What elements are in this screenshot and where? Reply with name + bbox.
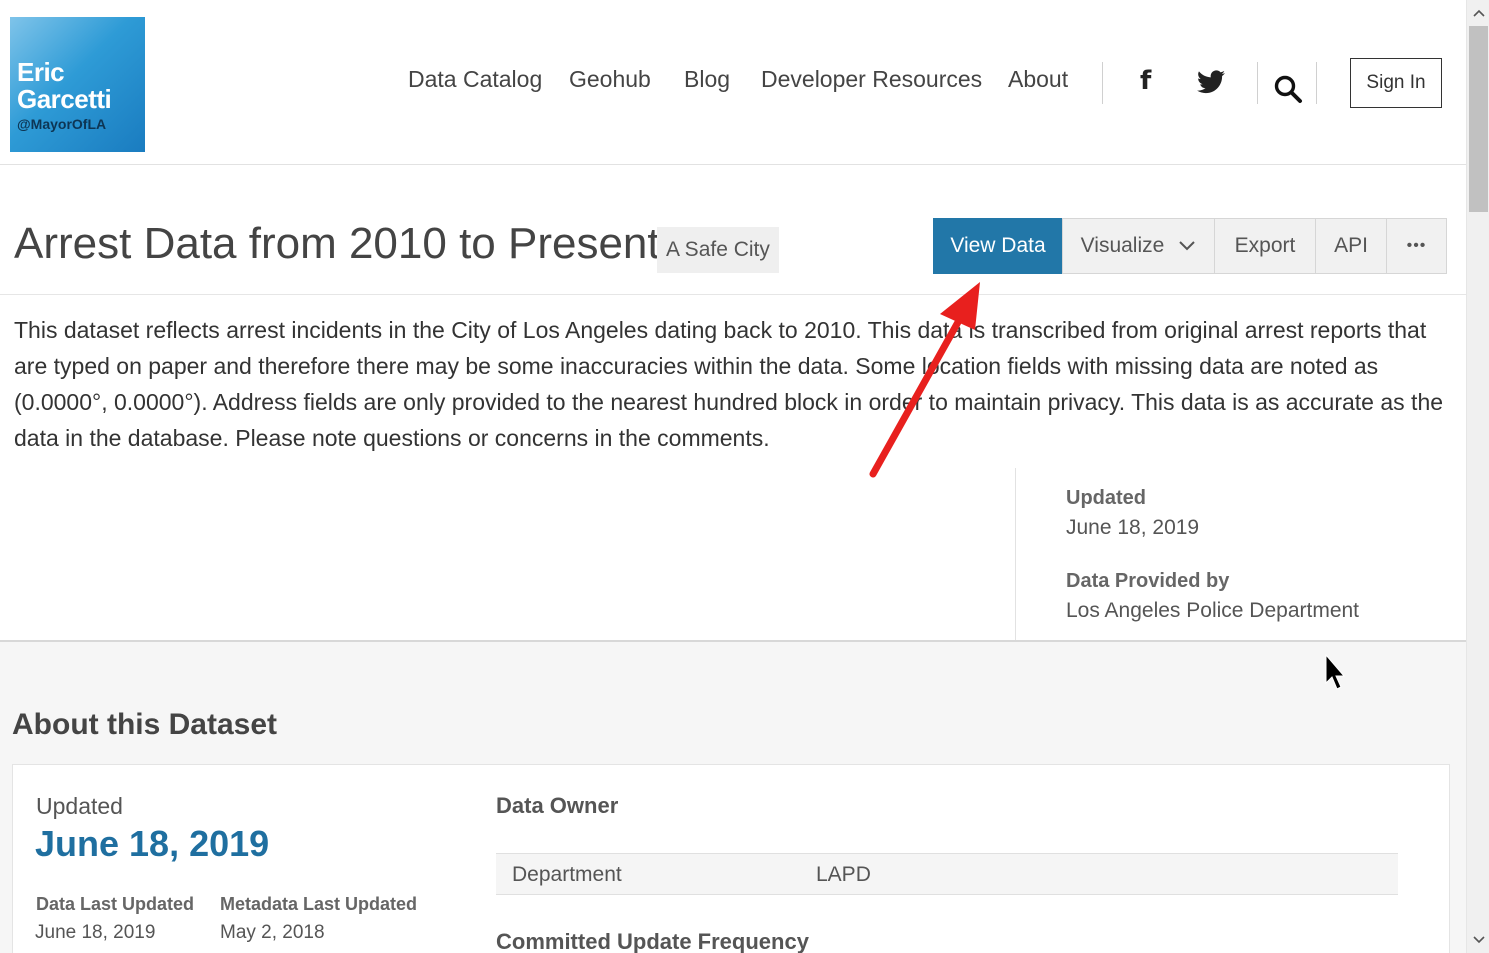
export-button[interactable]: Export — [1214, 218, 1316, 274]
provided-by-value: Los Angeles Police Department — [1066, 599, 1360, 622]
dataset-description: This dataset reflects arrest incidents i… — [14, 317, 1444, 451]
category-tag[interactable]: A Safe City — [657, 227, 779, 273]
updated-label: Updated — [1066, 487, 1146, 509]
scroll-down-icon[interactable] — [1467, 929, 1489, 951]
dataset-meta-summary: Updated June 18, 2019 Data Provided by L… — [1015, 468, 1466, 640]
metadata-last-updated-label: Metadata Last Updated — [220, 894, 418, 914]
about-card: Updated June 18, 2019 Data Last Updated … — [12, 764, 1450, 953]
metadata-last-updated-value: May 2, 2018 — [220, 922, 325, 943]
update-frequency-heading: Committed Update Frequency — [496, 929, 809, 953]
scrollbar-thumb[interactable] — [1469, 26, 1488, 212]
logo-line-1: Eric — [17, 57, 65, 87]
data-last-updated-value: June 18, 2019 — [35, 922, 156, 943]
nav-divider — [1257, 62, 1258, 104]
data-owner-heading: Data Owner — [496, 793, 619, 818]
provided-by-label: Data Provided by — [1066, 570, 1230, 592]
site-header: Eric Garcetti @MayorOfLA Data Catalog Ge… — [0, 0, 1466, 165]
search-icon[interactable] — [1273, 74, 1303, 104]
owner-row: Department LAPD — [496, 853, 1398, 895]
visualize-label: Visualize — [1080, 234, 1165, 257]
more-actions-button[interactable]: ••• — [1386, 218, 1447, 274]
about-updated-label: Updated — [36, 793, 123, 819]
nav-divider — [1316, 62, 1317, 104]
nav-developer-resources[interactable]: Developer Resources — [761, 66, 982, 93]
logo-line-2: Garcetti — [17, 84, 112, 114]
nav-divider — [1102, 62, 1103, 104]
api-button[interactable]: API — [1315, 218, 1387, 274]
twitter-icon[interactable] — [1197, 70, 1225, 94]
chevron-down-icon — [1179, 241, 1196, 251]
about-title: About this Dataset — [12, 708, 278, 741]
nav-data-catalog[interactable]: Data Catalog — [408, 66, 542, 93]
dataset-title-bar: Arrest Data from 2010 to Present A Safe … — [0, 165, 1466, 295]
page-scrollbar[interactable] — [1466, 0, 1489, 953]
nav-about[interactable]: About — [1008, 66, 1068, 93]
dataset-actions: View Data Visualize Export API ••• — [933, 218, 1447, 274]
logo-handle: @MayorOfLA — [17, 116, 107, 132]
page-title: Arrest Data from 2010 to Present — [14, 219, 660, 268]
updated-value: June 18, 2019 — [1066, 516, 1200, 539]
nav-blog[interactable]: Blog — [684, 66, 730, 93]
owner-key: Department — [512, 863, 622, 886]
about-section: About this Dataset Updated June 18, 2019… — [0, 642, 1466, 953]
about-updated-date: June 18, 2019 — [35, 823, 270, 864]
data-last-updated-label: Data Last Updated — [36, 894, 195, 914]
owner-value: LAPD — [816, 863, 871, 886]
view-data-button[interactable]: View Data — [933, 218, 1063, 274]
visualize-button[interactable]: Visualize — [1062, 218, 1215, 274]
sign-in-button[interactable]: Sign In — [1350, 58, 1442, 108]
nav-geohub[interactable]: Geohub — [569, 66, 651, 93]
scroll-up-icon[interactable] — [1467, 2, 1489, 24]
facebook-icon[interactable]: f — [1140, 66, 1151, 96]
site-logo[interactable]: Eric Garcetti @MayorOfLA — [10, 17, 145, 152]
